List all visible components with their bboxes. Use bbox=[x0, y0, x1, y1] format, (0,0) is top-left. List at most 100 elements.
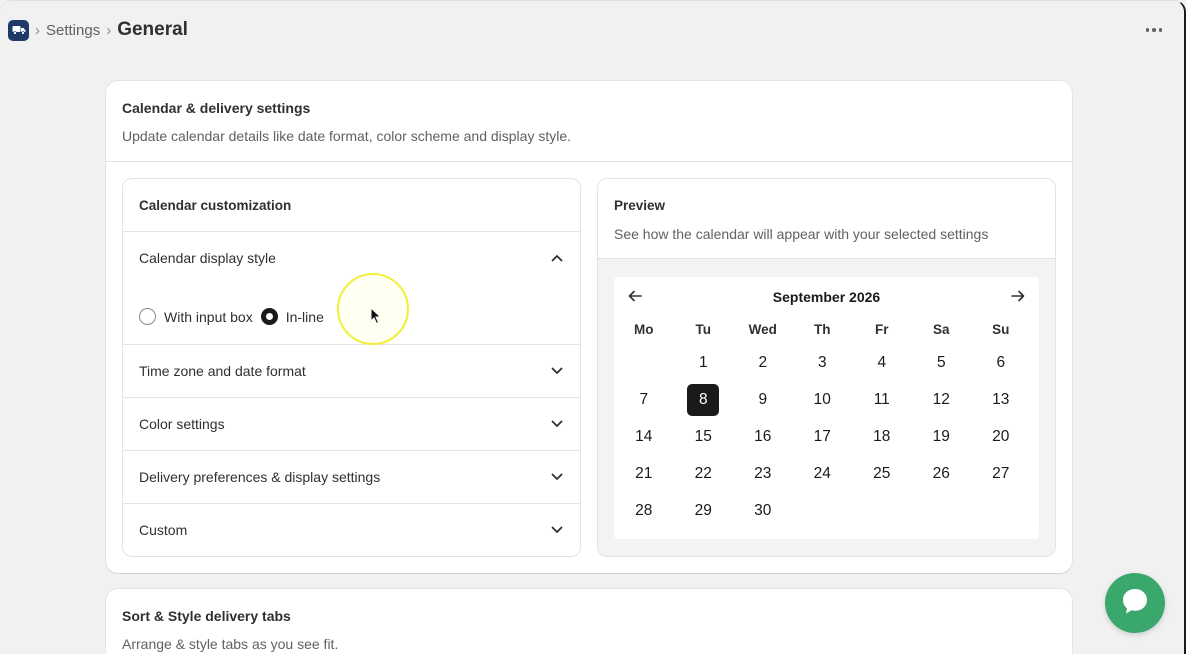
day-number: 10 bbox=[813, 390, 831, 408]
calendar-day[interactable]: 7 bbox=[614, 381, 674, 418]
day-number: 17 bbox=[813, 427, 831, 445]
day-number: 25 bbox=[873, 464, 891, 482]
card-title: Calendar & delivery settings bbox=[122, 100, 311, 116]
calendar-empty-cell bbox=[614, 344, 674, 381]
page-title: General bbox=[117, 19, 188, 40]
accordion-color-settings[interactable]: Color settings bbox=[123, 397, 580, 450]
chevron-down-icon bbox=[550, 417, 564, 431]
calendar-day[interactable]: 29 bbox=[674, 492, 734, 529]
radio-in-line[interactable] bbox=[260, 308, 278, 325]
day-number: 18 bbox=[873, 427, 891, 445]
card-subtitle: Update calendar details like date format… bbox=[122, 128, 572, 144]
day-number: 28 bbox=[635, 501, 653, 519]
accordion-label: Delivery preferences & display settings bbox=[139, 469, 381, 485]
calendar-month: September 2026 bbox=[772, 289, 881, 305]
calendar-empty-cell bbox=[912, 492, 972, 529]
day-number: 1 bbox=[698, 353, 708, 371]
accordion-label: Calendar display style bbox=[139, 250, 276, 266]
calendar-day[interactable]: 22 bbox=[674, 455, 734, 492]
calendar-day[interactable]: 13 bbox=[971, 381, 1031, 418]
mouse-pointer-icon bbox=[370, 306, 382, 330]
day-number: 2 bbox=[758, 353, 768, 371]
calendar-day[interactable]: 11 bbox=[852, 381, 912, 418]
calendar-day[interactable]: 20 bbox=[971, 418, 1031, 455]
calendar-empty-cell bbox=[852, 492, 912, 529]
day-number: 21 bbox=[635, 464, 653, 482]
day-number: 9 bbox=[758, 390, 768, 408]
weekday-label: Mo bbox=[634, 321, 654, 337]
calendar-week: 1 2 3 4 5 6 bbox=[614, 344, 1039, 381]
day-number: 7 bbox=[639, 390, 649, 408]
chevron-up-icon bbox=[550, 251, 564, 265]
day-number: 3 bbox=[817, 353, 827, 371]
calendar-day[interactable]: 17 bbox=[793, 418, 853, 455]
day-number: 11 bbox=[873, 390, 890, 408]
calendar-day[interactable]: 26 bbox=[912, 455, 972, 492]
accordion-time-zone[interactable]: Time zone and date format bbox=[123, 344, 580, 397]
calendar-empty-cell bbox=[793, 492, 853, 529]
accordion-display-style[interactable]: Calendar display style bbox=[123, 231, 580, 284]
calendar-day[interactable]: 18 bbox=[852, 418, 912, 455]
weekday-label: Th bbox=[814, 321, 831, 337]
calendar-day[interactable]: 24 bbox=[793, 455, 853, 492]
day-number: 14 bbox=[635, 427, 653, 445]
calendar-day[interactable]: 14 bbox=[614, 418, 674, 455]
breadcrumb-settings[interactable]: Settings bbox=[46, 22, 100, 39]
calendar-day[interactable]: 4 bbox=[852, 344, 912, 381]
weekday-label: Su bbox=[992, 321, 1010, 337]
accordion-custom[interactable]: Custom bbox=[123, 503, 580, 556]
calendar-day[interactable]: 2 bbox=[733, 344, 793, 381]
radio-with-input-box[interactable] bbox=[139, 308, 156, 325]
day-number: 24 bbox=[813, 464, 831, 482]
preview-subtitle: See how the calendar will appear with yo… bbox=[614, 226, 989, 242]
accordion-label: Color settings bbox=[139, 416, 225, 432]
chat-bubble-icon bbox=[1120, 586, 1150, 621]
calendar-day[interactable]: 27 bbox=[971, 455, 1031, 492]
calendar-week: 7 8 9 10 11 12 13 bbox=[614, 381, 1039, 418]
calendar-day[interactable]: 10 bbox=[793, 381, 853, 418]
accordion-label: Custom bbox=[139, 522, 188, 538]
calendar-day[interactable]: 3 bbox=[793, 344, 853, 381]
chat-button[interactable] bbox=[1105, 573, 1165, 633]
card-title: Sort & Style delivery tabs bbox=[122, 608, 291, 624]
calendar-day[interactable]: 23 bbox=[733, 455, 793, 492]
calendar-day[interactable]: 5 bbox=[912, 344, 972, 381]
weekday-label: Sa bbox=[932, 321, 950, 337]
calendar-day[interactable]: 6 bbox=[971, 344, 1031, 381]
calendar-day[interactable]: 1 bbox=[674, 344, 734, 381]
weekday-label: Wed bbox=[748, 321, 777, 337]
truck-icon[interactable] bbox=[8, 19, 29, 41]
calendar-week: 28 29 30 bbox=[614, 492, 1039, 529]
arrow-right-icon[interactable] bbox=[1009, 287, 1027, 305]
divider bbox=[106, 161, 1072, 162]
calendar-day[interactable]: 15 bbox=[674, 418, 734, 455]
calendar-day[interactable]: 8 bbox=[674, 381, 734, 418]
more-actions-button[interactable] bbox=[1142, 20, 1166, 40]
sort-style-card: Sort & Style delivery tabs Arrange & sty… bbox=[106, 589, 1072, 654]
chevron-down-icon bbox=[550, 470, 564, 484]
accordion-delivery-preferences[interactable]: Delivery preferences & display settings bbox=[123, 450, 580, 503]
calendar-day[interactable]: 28 bbox=[614, 492, 674, 529]
calendar-day[interactable]: 16 bbox=[733, 418, 793, 455]
dot-icon bbox=[1152, 28, 1156, 32]
weekday-label: Fr bbox=[875, 321, 889, 337]
day-number: 22 bbox=[694, 464, 712, 482]
day-number: 6 bbox=[996, 353, 1006, 371]
card-subtitle: Arrange & style tabs as you see fit. bbox=[122, 636, 339, 652]
calendar-day[interactable]: 19 bbox=[912, 418, 972, 455]
day-number: 12 bbox=[932, 390, 950, 408]
display-style-options: With input box In-line bbox=[139, 308, 324, 325]
radio-label: With input box bbox=[164, 308, 253, 325]
chevron-right-icon: › bbox=[35, 21, 40, 39]
calendar-day[interactable]: 12 bbox=[912, 381, 972, 418]
calendar-grid: Mo Tu Wed Th Fr Sa Su 1 2 3 4 5 6 7 8 9 10 11 12 13 1… bbox=[614, 318, 1039, 529]
day-number: 23 bbox=[754, 464, 772, 482]
calendar-day[interactable]: 25 bbox=[852, 455, 912, 492]
day-number: 5 bbox=[936, 353, 946, 371]
calendar-day[interactable]: 9 bbox=[733, 381, 793, 418]
day-number: 26 bbox=[932, 464, 950, 482]
accordion-label: Time zone and date format bbox=[139, 363, 306, 379]
day-number: 13 bbox=[992, 390, 1010, 408]
calendar-day[interactable]: 21 bbox=[614, 455, 674, 492]
calendar-day[interactable]: 30 bbox=[733, 492, 793, 529]
